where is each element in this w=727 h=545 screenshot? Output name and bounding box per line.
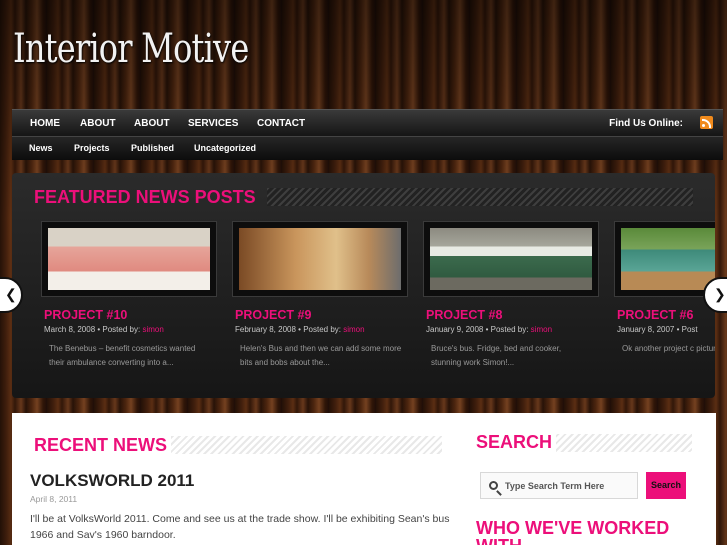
rss-icon[interactable]	[700, 116, 713, 129]
featured-thumbnail[interactable]	[423, 221, 599, 297]
post-meta: March 8, 2008 • Posted by: simon	[44, 325, 164, 334]
post-date: February 8, 2008	[235, 325, 296, 334]
nav-home[interactable]: HOME	[30, 118, 60, 129]
post-date: January 9, 2008	[426, 325, 484, 334]
post-meta: February 8, 2008 • Posted by: simon	[235, 325, 365, 334]
post-date: April 8, 2011	[30, 494, 78, 504]
posted-by-label: Posted by:	[102, 325, 141, 334]
primary-nav: HOME ABOUT ABOUT SERVICES CONTACT Find U…	[12, 109, 723, 136]
featured-card: PROJECT #9 February 8, 2008 • Posted by:…	[232, 221, 408, 370]
post-date: January 8, 2007	[617, 325, 675, 334]
featured-card: PROJECT #10 March 8, 2008 • Posted by: s…	[41, 221, 217, 370]
post-author[interactable]: simon	[142, 325, 163, 334]
category-news[interactable]: News	[29, 143, 53, 153]
nav-contact[interactable]: CONTACT	[257, 118, 305, 129]
featured-card: PROJECT #6 January 8, 2007 • Post Ok ano…	[614, 221, 715, 356]
find-us-label: Find Us Online:	[609, 118, 683, 129]
nav-services[interactable]: SERVICES	[188, 118, 238, 129]
featured-title: FEATURED NEWS POSTS	[34, 187, 256, 207]
post-excerpt: The Benebus – benefit cosmetics wanted t…	[49, 344, 196, 367]
nav-about[interactable]: ABOUT	[80, 118, 116, 129]
post-meta: January 8, 2007 • Post	[617, 325, 698, 334]
featured-post-title[interactable]: PROJECT #6	[614, 308, 715, 322]
posted-by-label: Post	[681, 325, 698, 334]
featured-card: PROJECT #8 January 9, 2008 • Posted by: …	[423, 221, 599, 370]
recent-news-title: RECENT NEWS	[30, 435, 172, 456]
title-stripes	[267, 188, 693, 206]
posted-by-label: Posted by:	[303, 325, 341, 334]
featured-thumbnail[interactable]	[232, 221, 408, 297]
search-icon	[489, 481, 498, 490]
post-body: I'll be at VolksWorld 2011. Come and see…	[30, 513, 450, 541]
featured-post-title[interactable]: PROJECT #8	[423, 308, 599, 322]
post-excerpt: Helen's Bus and then we can add some mor…	[240, 344, 402, 367]
post-excerpt: Bruce's bus. Fridge, bed and cooker, stu…	[431, 344, 562, 367]
post-author[interactable]: simon	[343, 325, 364, 334]
search-input[interactable]	[505, 474, 635, 497]
search-field[interactable]	[480, 472, 638, 499]
post-title[interactable]: VOLKSWORLD 2011	[30, 471, 194, 491]
featured-post-title[interactable]: PROJECT #9	[232, 308, 408, 322]
recent-news-section: RECENT NEWS VOLKSWORLD 2011 April 8, 201…	[12, 413, 462, 545]
post-excerpt: Ok another project c pictures....	[622, 344, 715, 353]
category-nav: News Projects Published Uncategorized	[12, 136, 723, 160]
nav-about-2[interactable]: ABOUT	[134, 118, 170, 129]
post-author[interactable]: simon	[531, 325, 552, 334]
arrow-right-icon: ❯	[714, 286, 726, 302]
title-stripes	[550, 434, 692, 452]
sidebar: SEARCH Search WHO WE'VE WORKED WITH	[462, 413, 716, 545]
search-title: SEARCH	[472, 432, 557, 453]
category-projects[interactable]: Projects	[74, 143, 110, 153]
arrow-left-icon: ❮	[5, 286, 17, 302]
featured-thumbnail[interactable]	[41, 221, 217, 297]
category-published[interactable]: Published	[131, 143, 174, 153]
posted-by-label: Posted by:	[490, 325, 529, 334]
post-meta: January 9, 2008 • Posted by: simon	[426, 325, 553, 334]
featured-posts-panel: FEATURED NEWS POSTS PROJECT #10 March 8,…	[12, 173, 715, 398]
featured-thumbnail[interactable]	[614, 221, 715, 297]
featured-post-title[interactable]: PROJECT #10	[41, 308, 217, 322]
who-weve-worked-with-title: WHO WE'VE WORKED WITH	[476, 518, 670, 545]
search-button[interactable]: Search	[646, 472, 686, 499]
category-uncategorized[interactable]: Uncategorized	[194, 143, 256, 153]
post-date: March 8, 2008	[44, 325, 96, 334]
site-logo[interactable]: Interior Motive	[13, 26, 249, 72]
